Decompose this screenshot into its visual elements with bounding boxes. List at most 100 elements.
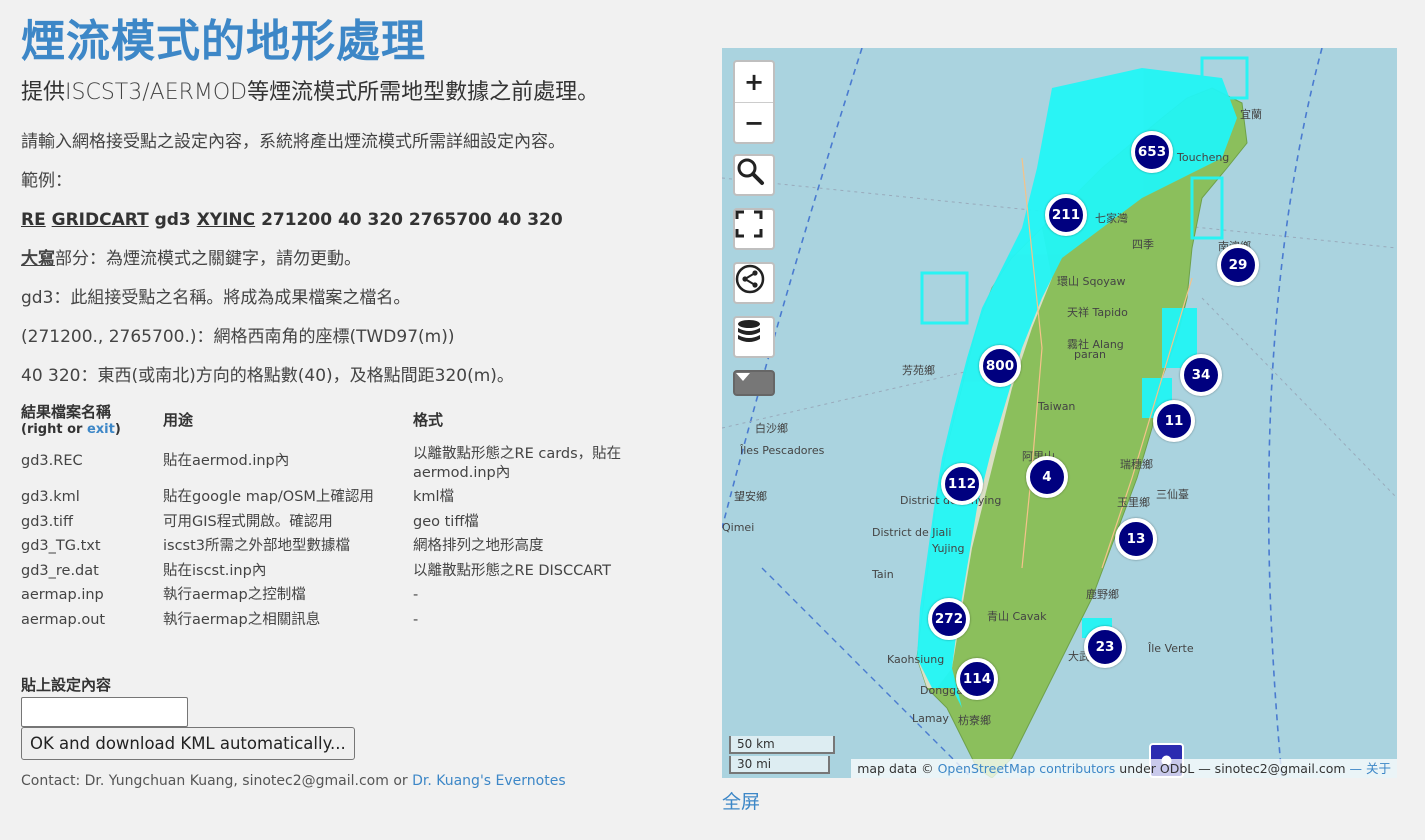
map-label-tapido: 天祥 Tapido xyxy=(1067,306,1128,319)
usage-cell: 執行aermap之控制檔 xyxy=(163,587,306,603)
map-cluster-marker[interactable]: 211 xyxy=(1045,194,1087,236)
zoom-out-button[interactable]: − xyxy=(735,102,773,142)
file-cell: gd3_TG.txt xyxy=(21,538,101,554)
map-label-xulong: 四季 xyxy=(1132,238,1154,251)
search-icon xyxy=(737,158,764,185)
map-label-fangyuan: 芳苑鄉 xyxy=(902,364,935,377)
map-search-button[interactable] xyxy=(733,154,775,196)
fullscreen-link[interactable]: 全屏 xyxy=(722,787,760,814)
col-file-label: 結果檔案名稱 xyxy=(21,403,112,421)
osm-contributors-link[interactable]: OpenStreetMap contributors xyxy=(938,761,1116,776)
table-row: aermap.inp 執行aermap之控制檔 - xyxy=(21,583,643,608)
file-cell: aermap.out xyxy=(21,611,106,628)
file-cell: gd3_re.dat xyxy=(21,562,99,579)
map-cluster-marker[interactable]: 114 xyxy=(956,658,998,700)
map-label-cavak: 青山 Cavak xyxy=(987,610,1047,623)
usage-cell: 貼在iscst.inp內 xyxy=(163,562,267,579)
map-dropdown-toggle[interactable] xyxy=(733,370,775,396)
map-label-taiwan: Taiwan xyxy=(1038,400,1076,413)
table-row: gd3_TG.txt iscst3所需之外部地型數據檔 網格排列之地形高度 xyxy=(21,534,643,559)
map-label-yujing: Yujing xyxy=(932,542,965,555)
format-cell: kml檔 xyxy=(413,489,455,505)
page-title: 煙流模式的地形處理 xyxy=(21,16,426,67)
note-post: ) xyxy=(114,422,121,437)
map-cluster-marker[interactable]: 29 xyxy=(1217,244,1259,286)
table-row: gd3.REC 貼在aermod.inp內 以離散點形態之RE cards，貼在… xyxy=(21,437,643,485)
gd3-note: gd3：此組接受點之名稱。將成為成果檔案之檔名。 xyxy=(21,288,411,308)
format-cell: 網格排列之地形高度 xyxy=(413,538,544,554)
map-label-sqoyaw: 環山 Sqoyaw xyxy=(1057,275,1126,288)
file-cell: gd3.REC xyxy=(21,452,83,469)
keyword-bold: 大寫 xyxy=(21,249,55,269)
page-subtitle: 提供ISCST3/AERMOD等煙流模式所需地型數據之前處理。 xyxy=(21,78,701,108)
map-cluster-marker[interactable]: 34 xyxy=(1180,354,1222,396)
col-file-note: (right or exit) xyxy=(21,422,163,437)
map-label-ileverte: Île Verte xyxy=(1148,642,1194,655)
map-label-kaohsiung: Kaohsiung xyxy=(887,653,945,666)
map-cluster-marker[interactable]: 4 xyxy=(1026,456,1068,498)
example-command: RE GRIDCART gd3 XYINC 271200 40 320 2765… xyxy=(21,209,701,231)
map-cluster-marker[interactable]: 13 xyxy=(1115,518,1157,560)
map-fullscreen-button[interactable] xyxy=(733,208,775,250)
map-label-lamay: Lamay xyxy=(912,712,949,725)
map-label-toucheng: Toucheng xyxy=(1177,151,1230,164)
chevron-down-icon xyxy=(736,373,750,381)
format-cell: 以離散點形態之RE DISCCART xyxy=(413,562,612,579)
map-cluster-marker[interactable]: 112 xyxy=(941,463,983,505)
map-view[interactable]: 宜蘭 Toucheng 七家灣 四季 環山 Sqoyaw 天祥 Tapido 霧… xyxy=(722,48,1397,778)
map-label-wangan: 望安鄉 xyxy=(734,490,767,503)
map-label-yilan: 宜蘭 xyxy=(1240,108,1262,121)
zoom-control: + − xyxy=(733,60,775,144)
file-cell: gd3.kml xyxy=(21,489,80,505)
scale-km: 50 km xyxy=(729,736,835,754)
attribution-mid: under ODbL — sinotec2@gmail.com xyxy=(1115,761,1350,776)
format-cell: geo tiff檔 xyxy=(413,513,479,530)
subtitle-suffix: 等煙流模式所需地型數據之前處理。 xyxy=(247,80,600,105)
map-label-baisha: 白沙鄉 xyxy=(755,422,788,435)
map-label-luye: 鹿野鄉 xyxy=(1086,588,1119,601)
file-cell: gd3.tiff xyxy=(21,513,73,530)
usage-cell: 貼在aermod.inp內 xyxy=(163,452,290,469)
map-share-button[interactable] xyxy=(733,262,775,304)
usage-cell: 貼在google map/OSM上確認用 xyxy=(163,489,374,505)
usage-cell: 可用GIS程式開啟。確認用 xyxy=(163,513,333,530)
map-layers-button[interactable] xyxy=(733,316,775,358)
example-label: 範例： xyxy=(21,171,72,191)
scale-mi: 30 mi xyxy=(729,756,830,774)
subtitle-prefix: 提供 xyxy=(21,80,66,105)
col-file-header: 結果檔案名稱 (right or exit) xyxy=(21,401,163,437)
map-label-qimei: Qimei xyxy=(722,521,755,534)
file-cell: aermap.inp xyxy=(21,587,104,603)
ok-download-button[interactable]: OK and download KML automatically... xyxy=(21,727,355,760)
cmd-re: RE xyxy=(21,210,46,230)
note-pre: (right or xyxy=(21,422,87,437)
table-row: gd3.tiff 可用GIS程式開啟。確認用 geo tiff檔 xyxy=(21,510,643,535)
cmd-gd3: gd3 xyxy=(154,210,191,230)
format-cell: - xyxy=(413,587,419,603)
evernotes-link[interactable]: Dr. Kuang's Evernotes xyxy=(412,773,566,789)
contact-line: Contact: Dr. Yungchuan Kuang, sinotec2@g… xyxy=(21,773,701,789)
col-usage-header: 用途 xyxy=(163,410,194,429)
exit-link[interactable]: exit xyxy=(87,422,115,437)
map-label-yuli: 玉里鄉 xyxy=(1117,496,1150,509)
table-row: aermap.out 執行aermap之相關訊息 - xyxy=(21,608,643,633)
map-cluster-marker[interactable]: 11 xyxy=(1153,400,1195,442)
zoom-in-button[interactable]: + xyxy=(735,62,773,102)
subtitle-models: ISCST3/AERMOD xyxy=(65,80,248,105)
grid-note: 40 320：東西(或南北)方向的格點數(40)，及格點間距320(m)。 xyxy=(21,366,514,386)
map-cluster-marker[interactable]: 653 xyxy=(1131,131,1173,173)
map-cluster-marker[interactable]: 23 xyxy=(1084,626,1126,668)
attribution-pre: map data © xyxy=(857,761,938,776)
fullscreen-icon xyxy=(735,210,763,238)
map-label-jiali: District de Jiali xyxy=(872,526,952,539)
about-link[interactable]: — 关于 xyxy=(1350,761,1391,776)
format-cell: 以離散點形態之RE cards，貼在aermod.inp內 xyxy=(413,446,622,481)
map-base-layer xyxy=(722,48,1397,778)
map-label-hengchun: 枋寮鄉 xyxy=(958,714,991,727)
map-label-paran: paran xyxy=(1074,348,1106,361)
map-cluster-marker[interactable]: 272 xyxy=(928,598,970,640)
contact-text: Contact: Dr. Yungchuan Kuang, sinotec2@g… xyxy=(21,773,413,789)
settings-input[interactable] xyxy=(21,697,188,727)
map-cluster-marker[interactable]: 800 xyxy=(979,345,1021,387)
cmd-gridcart: GRIDCART xyxy=(51,210,149,230)
